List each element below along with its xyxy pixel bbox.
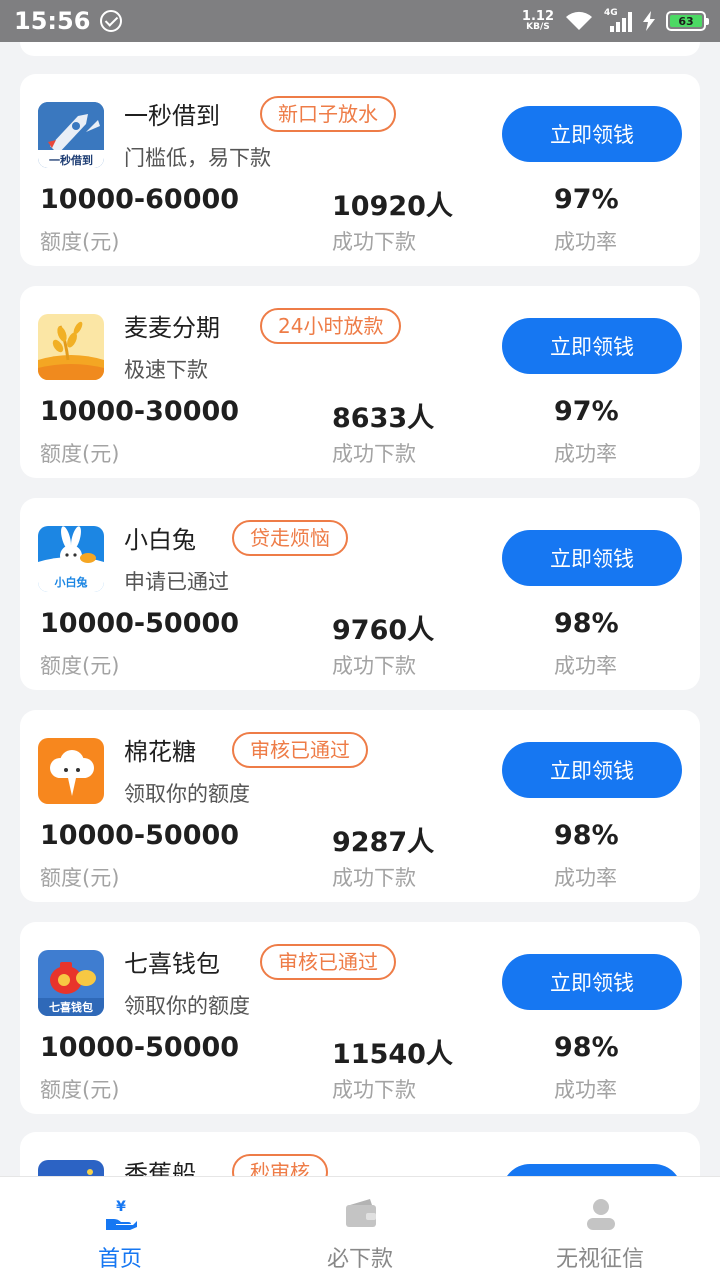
network-speed: 1.12 KB/S <box>522 10 554 32</box>
wifi-icon <box>566 11 592 30</box>
tab-home[interactable]: ¥ 首页 <box>0 1177 240 1280</box>
loan-card[interactable]: 小白兔 小白兔 贷走烦恼 申请已通过 立即领钱 10000-50000 额度(元… <box>20 498 700 690</box>
amount-label: 额度(元) <box>40 1078 120 1102</box>
success-rate-label: 成功率 <box>554 1078 617 1102</box>
logo-text: 小白兔 <box>54 575 88 589</box>
tab-must-loan[interactable]: 必下款 <box>240 1177 480 1280</box>
promo-tag: 24小时放款 <box>260 308 402 344</box>
amount-label: 额度(元) <box>40 230 120 254</box>
success-count: 10920人 <box>332 191 453 222</box>
product-name: 一秒借到 <box>124 103 220 130</box>
promo-tag: 审核已通过 <box>260 944 396 980</box>
claim-button[interactable]: 立即领钱 <box>502 742 682 798</box>
wallet-icon <box>346 1199 376 1227</box>
product-desc: 极速下款 <box>124 358 208 382</box>
amount-range: 10000-50000 <box>40 608 240 639</box>
status-left: 15:56 <box>14 7 123 35</box>
success-rate-label: 成功率 <box>554 442 617 466</box>
card-partial-top <box>20 42 700 56</box>
promo-tag: 审核已通过 <box>232 732 368 768</box>
amount-label: 额度(元) <box>40 866 120 890</box>
product-name: 香蕉船 <box>124 1161 196 1176</box>
success-rate: 98% <box>554 608 619 639</box>
svg-text:¥: ¥ <box>116 1199 126 1215</box>
claim-button[interactable]: 立即领钱 <box>502 954 682 1010</box>
amount-range: 10000-30000 <box>40 396 240 427</box>
success-count-label: 成功下款 <box>332 866 416 890</box>
loan-card[interactable]: 七喜钱包 七喜钱包 审核已通过 领取你的额度 立即领钱 10000-50000 … <box>20 922 700 1114</box>
success-count-label: 成功下款 <box>332 1078 416 1102</box>
logo-text: 一秒借到 <box>49 153 93 167</box>
amount-label: 额度(元) <box>40 654 120 678</box>
rocket-icon: 一秒借到 <box>38 102 104 168</box>
loan-card[interactable]: 麦麦分期 24小时放款 极速下款 立即领钱 10000-30000 额度(元) … <box>20 286 700 478</box>
rabbit-icon: 小白兔 <box>38 526 104 592</box>
product-name: 麦麦分期 <box>124 315 220 342</box>
product-name: 七喜钱包 <box>124 951 220 978</box>
claim-button[interactable]: 立即领钱 <box>502 106 682 162</box>
cloud-mascot-icon <box>38 738 104 804</box>
success-count: 9760人 <box>332 615 435 646</box>
loan-list[interactable]: 一秒借到 一秒借到 新口子放水 门槛低，易下款 立即领钱 10000-60000… <box>0 42 720 1176</box>
promo-tag: 秒审核 <box>232 1154 328 1176</box>
user-icon <box>587 1199 615 1230</box>
product-desc: 领取你的额度 <box>124 994 250 1018</box>
hand-money-icon: ¥ <box>106 1199 137 1230</box>
claim-button[interactable] <box>502 1164 682 1176</box>
success-count: 8633人 <box>332 403 435 434</box>
success-count-label: 成功下款 <box>332 442 416 466</box>
network-speed-unit: KB/S <box>526 22 550 32</box>
product-name: 小白兔 <box>124 527 196 554</box>
success-rate: 98% <box>554 1032 619 1063</box>
amount-label: 额度(元) <box>40 442 120 466</box>
check-circle-icon <box>100 10 123 32</box>
tab-ignore-credit[interactable]: 无视征信 <box>480 1177 720 1280</box>
status-time: 15:56 <box>14 7 91 35</box>
cell-signal-icon: 4G <box>604 8 632 32</box>
amount-range: 10000-50000 <box>40 820 240 851</box>
promo-tag: 新口子放水 <box>260 96 396 132</box>
bottom-tab-bar: ¥ 首页 必下款 无视征信 <box>0 1176 720 1280</box>
loan-card[interactable]: 一秒借到 一秒借到 新口子放水 门槛低，易下款 立即领钱 10000-60000… <box>20 74 700 266</box>
tab-label: 无视征信 <box>555 1247 644 1272</box>
battery-level: 63 <box>670 15 702 27</box>
amount-range: 10000-50000 <box>40 1032 240 1063</box>
promo-tag: 贷走烦恼 <box>232 520 348 556</box>
success-rate: 97% <box>554 184 619 215</box>
success-count-label: 成功下款 <box>332 230 416 254</box>
success-count: 9287人 <box>332 827 435 858</box>
tab-label: 首页 <box>97 1247 142 1272</box>
product-desc: 领取你的额度 <box>124 782 250 806</box>
claim-button[interactable]: 立即领钱 <box>502 318 682 374</box>
logo-text: 七喜钱包 <box>49 1000 93 1014</box>
success-count-label: 成功下款 <box>332 654 416 678</box>
battery-icon: 63 <box>666 11 709 31</box>
wheat-icon <box>38 314 104 380</box>
product-desc: 申请已通过 <box>124 570 229 594</box>
success-rate: 98% <box>554 820 619 851</box>
loan-card[interactable]: 香蕉船 秒审核 <box>20 1132 700 1176</box>
status-right: 1.12 KB/S 4G 63 <box>522 8 709 32</box>
success-rate-label: 成功率 <box>554 866 617 890</box>
loan-card[interactable]: 棉花糖 审核已通过 领取你的额度 立即领钱 10000-50000 额度(元) … <box>20 710 700 902</box>
product-name: 棉花糖 <box>124 739 196 766</box>
success-rate: 97% <box>554 396 619 427</box>
status-bar: 15:56 1.12 KB/S 4G 63 <box>0 0 720 42</box>
product-desc: 门槛低，易下款 <box>124 146 271 170</box>
amount-range: 10000-60000 <box>40 184 240 215</box>
banana-boat-icon <box>38 1160 104 1176</box>
charging-bolt-icon <box>643 11 655 31</box>
money-bag-icon: 七喜钱包 <box>38 950 104 1016</box>
success-rate-label: 成功率 <box>554 230 617 254</box>
claim-button[interactable]: 立即领钱 <box>502 530 682 586</box>
success-rate-label: 成功率 <box>554 654 617 678</box>
success-count: 11540人 <box>332 1039 453 1070</box>
tab-label: 必下款 <box>326 1247 393 1272</box>
